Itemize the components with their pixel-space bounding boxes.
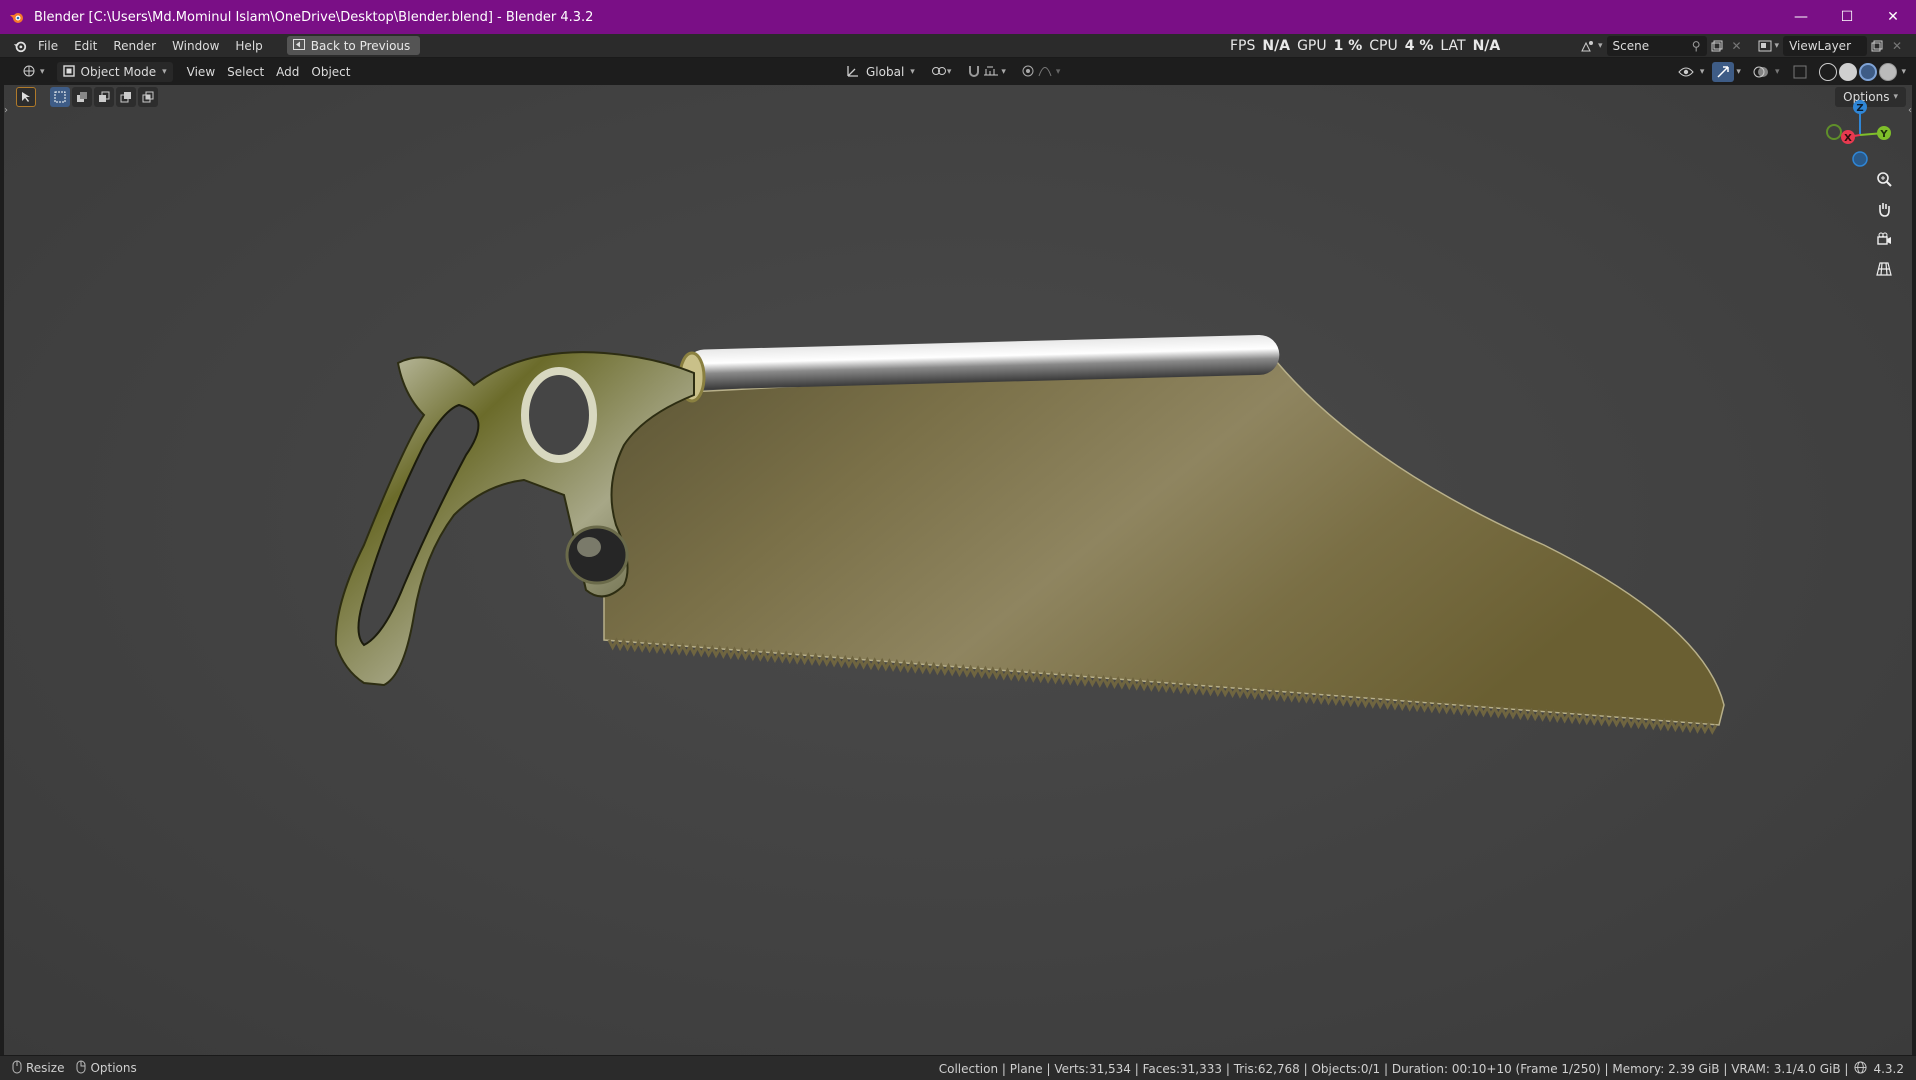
editor-type-3d-viewport-icon [22,64,38,81]
back-screen-icon [292,38,305,53]
view-layer-name: ViewLayer [1789,39,1851,53]
visibility-eye-icon[interactable] [1674,62,1698,82]
object-mode-chevron-icon: ▾ [162,67,167,77]
gizmo-chevron-icon[interactable]: ▾ [1736,67,1741,77]
object-mode-icon [62,64,75,80]
viewport-display-tools: ▾ ▾ ▾ ▾ [1674,62,1906,82]
gpu-label: GPU [1297,38,1327,54]
new-scene-icon[interactable] [1707,36,1727,56]
falloff-chevron-icon[interactable]: ▾ [1056,67,1061,77]
delete-view-layer-icon[interactable]: ✕ [1887,36,1907,56]
solid-shading-icon[interactable] [1839,63,1858,81]
scene-name-field[interactable]: Scene ⚲ [1606,36,1707,56]
orientation-chevron-icon: ▾ [910,67,915,77]
material-preview-shading-icon[interactable] [1859,63,1878,81]
viewport-menu-select[interactable]: Select [221,62,270,82]
shading-chevron-icon[interactable]: ▾ [1901,67,1906,77]
rendered-shading-icon[interactable] [1879,63,1898,81]
snap-increment-icon[interactable] [983,65,999,80]
delete-scene-icon[interactable]: ✕ [1727,36,1747,56]
scene-statistics: Collection | Plane | Verts:31,534 | Face… [938,1061,1849,1076]
resize-label: Resize [26,1061,65,1075]
fps-value: N/A [1262,38,1291,54]
window-titlebar: Blender [C:\Users\Md.Mominul Islam\OneDr… [0,0,1916,34]
blender-version: 4.3.2 [1873,1061,1904,1076]
view-layer-dropdown-chevron-icon[interactable]: ▾ [1775,41,1780,51]
scene-icon[interactable] [1578,36,1598,56]
back-to-previous-button[interactable]: Back to Previous [286,36,421,55]
options-label: Options [90,1061,137,1075]
viewport-menu-add[interactable]: Add [270,62,305,82]
snap-chevron-icon[interactable]: ▾ [1001,67,1006,77]
proportional-editing-icon[interactable] [1022,65,1034,80]
transform-orientation-label: Global [866,65,905,79]
blender-logo-icon [0,0,34,34]
menu-help[interactable]: Help [227,34,270,58]
blender-menu-icon[interactable] [10,36,30,56]
object-mode-label: Object Mode [80,65,157,79]
snap-magnet-icon[interactable] [967,64,981,81]
3d-viewport[interactable]: Options ▾ › ‹ Z Y X [4,85,1912,1055]
cpu-value: 4 % [1404,38,1434,54]
transform-tools-group: Global ▾ ▾ ▾ ▾ [840,62,1066,82]
pin-icon[interactable]: ⚲ [1692,39,1701,53]
window-title: Blender [C:\Users\Md.Mominul Islam\OneDr… [34,9,594,25]
wireframe-shading-icon[interactable] [1819,63,1838,81]
status-bar: Resize Options Collection | Plane | Vert… [0,1055,1916,1080]
orientation-axes-icon [846,64,860,81]
mouse-right-icon [76,1060,86,1077]
status-options-hint: Options [76,1060,137,1077]
performance-overlay: FPS N/A GPU 1 % CPU 4 % LAT N/A [1230,34,1500,58]
viewport-menu-view[interactable]: View [181,62,221,82]
xray-toggle-icon[interactable] [1789,62,1811,82]
top-menu-bar: File Edit Render Window Help Back to Pre… [0,34,1916,58]
overlays-toggle-icon[interactable] [1749,62,1773,82]
proportional-editing-group: ▾ [1016,62,1067,82]
menu-edit[interactable]: Edit [66,34,105,58]
overlays-chevron-icon[interactable]: ▾ [1775,67,1780,77]
pivot-point-dropdown[interactable]: ▾ [925,62,958,82]
lat-value: N/A [1472,38,1501,54]
new-view-layer-icon[interactable] [1867,36,1887,56]
snapping-group: ▾ [961,62,1012,82]
menu-render[interactable]: Render [105,34,164,58]
lat-label: LAT [1440,38,1466,54]
pivot-point-icon [931,64,947,81]
network-globe-icon [1854,1060,1867,1077]
viewport-header: ▾ Object Mode ▾ View Select Add Object G… [4,59,1912,85]
minimize-button[interactable]: — [1778,0,1824,34]
status-resize-hint: Resize [12,1060,64,1077]
view-layer-icon[interactable] [1755,36,1775,56]
back-to-previous-label: Back to Previous [310,38,411,53]
editor-type-chevron-icon: ▾ [40,67,45,77]
falloff-curve-icon[interactable] [1038,65,1052,80]
menu-file[interactable]: File [30,34,66,58]
object-mode-dropdown[interactable]: Object Mode ▾ [56,62,173,82]
scene-name: Scene [1612,39,1650,53]
fps-label: FPS [1230,38,1256,54]
view-layer-name-field[interactable]: ViewLayer [1783,36,1868,56]
menu-window[interactable]: Window [164,34,227,58]
cpu-label: CPU [1369,38,1398,54]
transform-orientation-dropdown[interactable]: Global ▾ [840,62,921,82]
gpu-value: 1 % [1333,38,1363,54]
maximize-button[interactable]: ☐ [1824,0,1870,34]
gizmo-toggle-icon[interactable] [1712,62,1735,82]
editor-type-button[interactable]: ▾ [16,62,51,82]
viewport-menu-object[interactable]: Object [305,62,356,82]
close-button[interactable]: ✕ [1870,0,1916,34]
scene-selector-group: ▾ Scene ⚲ ✕ ▾ ViewLayer ✕ [1578,36,1907,56]
pivot-chevron-icon: ▾ [946,67,952,77]
scene-dropdown-chevron-icon[interactable]: ▾ [1598,41,1603,51]
mouse-icon [12,1060,22,1077]
saw-3d-model[interactable] [4,85,1912,1055]
visibility-chevron-icon[interactable]: ▾ [1700,67,1705,77]
